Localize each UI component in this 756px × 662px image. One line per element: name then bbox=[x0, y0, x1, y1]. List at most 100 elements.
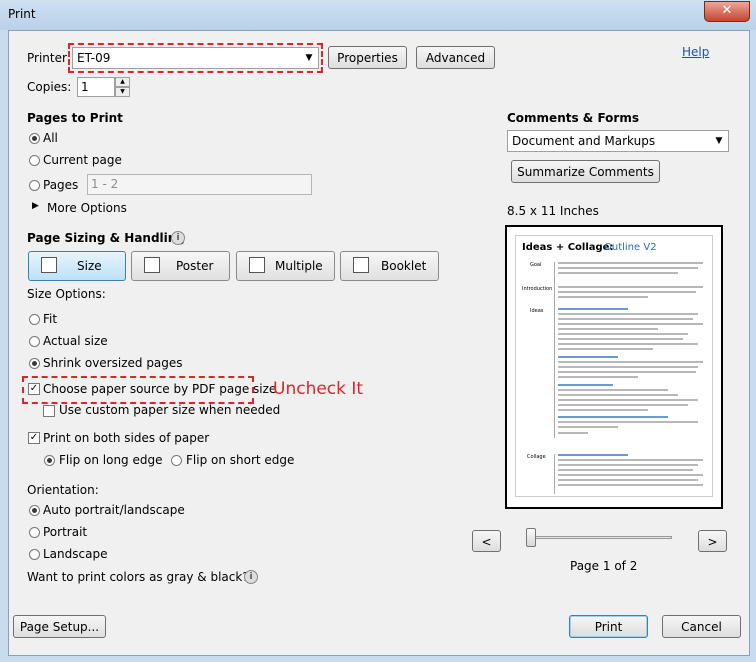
radio-pages[interactable] bbox=[29, 180, 40, 191]
preview-divider bbox=[554, 262, 555, 438]
gray-black-question: Want to print colors as gray & black? bbox=[27, 570, 249, 584]
radio-all[interactable] bbox=[29, 133, 40, 144]
info-icon[interactable]: i bbox=[171, 231, 185, 245]
page-status: Page 1 of 2 bbox=[570, 559, 638, 573]
poster-button[interactable]: Poster bbox=[131, 251, 230, 281]
multiple-button[interactable]: Multiple bbox=[236, 251, 335, 281]
preview-text-line bbox=[558, 361, 703, 363]
preview-text-line bbox=[558, 308, 628, 310]
preview-text-line bbox=[558, 469, 693, 471]
preview-text-line bbox=[558, 291, 696, 293]
page-slider-track[interactable] bbox=[528, 536, 672, 539]
printer-value: ET-09 bbox=[77, 51, 111, 65]
preview-section-label: Collage bbox=[527, 454, 546, 460]
radio-actual-size-label: Actual size bbox=[43, 334, 108, 348]
radio-auto-orientation[interactable] bbox=[29, 505, 40, 516]
size-button-label: Size bbox=[77, 259, 102, 273]
printer-label: Printer: bbox=[27, 51, 71, 65]
close-icon[interactable]: ✕ bbox=[704, 1, 750, 22]
pages-to-print-heading: Pages to Print bbox=[27, 111, 123, 125]
help-link[interactable]: Help bbox=[682, 45, 709, 59]
booklet-icon bbox=[353, 257, 369, 273]
preview-section-label: Introduction bbox=[522, 286, 553, 292]
uncheck-annotation: Uncheck It bbox=[273, 379, 364, 399]
preview-text-line bbox=[558, 371, 696, 373]
pages-range-input[interactable]: 1 - 2 bbox=[87, 174, 312, 195]
radio-landscape[interactable] bbox=[29, 549, 40, 560]
copies-label: Copies: bbox=[27, 80, 72, 94]
comments-forms-select[interactable]: Document and Markups ▼ bbox=[507, 130, 729, 152]
preview-text-line bbox=[558, 328, 658, 330]
print-button[interactable]: Print bbox=[569, 615, 648, 638]
booklet-button[interactable]: Booklet bbox=[340, 251, 439, 281]
printer-select[interactable]: ET-09 ▼ bbox=[72, 47, 319, 69]
orientation-label: Orientation: bbox=[27, 483, 99, 497]
radio-actual-size[interactable] bbox=[29, 336, 40, 347]
preview-text-line bbox=[558, 286, 703, 288]
advanced-button[interactable]: Advanced bbox=[416, 46, 495, 69]
chevron-down-icon: ▼ bbox=[305, 53, 313, 63]
radio-fit[interactable] bbox=[29, 314, 40, 325]
preview-text-line bbox=[558, 394, 678, 396]
preview-section-label: Goal bbox=[530, 262, 542, 268]
both-sides-checkbox[interactable]: ✓ bbox=[28, 432, 40, 444]
page-slider-thumb[interactable] bbox=[526, 528, 536, 547]
preview-text-line bbox=[558, 421, 698, 423]
preview-text-line bbox=[558, 432, 588, 434]
copies-input[interactable]: 1 bbox=[77, 77, 115, 97]
poster-button-label: Poster bbox=[176, 259, 214, 273]
booklet-button-label: Booklet bbox=[381, 259, 427, 273]
preview-text-line bbox=[558, 459, 703, 461]
copies-down-icon[interactable]: ▼ bbox=[115, 87, 130, 97]
preview-text-line bbox=[558, 376, 638, 378]
prev-page-button[interactable]: < bbox=[472, 530, 501, 552]
both-sides-label: Print on both sides of paper bbox=[43, 431, 210, 445]
radio-current-page[interactable] bbox=[29, 155, 40, 166]
choose-source-checkbox[interactable]: ✓ bbox=[28, 383, 40, 395]
radio-flip-short-label: Flip on short edge bbox=[186, 453, 295, 467]
summarize-comments-button[interactable]: Summarize Comments bbox=[511, 160, 660, 183]
window-title: Print bbox=[8, 7, 36, 21]
paper-size-label: 8.5 x 11 Inches bbox=[507, 204, 599, 218]
preview-divider bbox=[554, 454, 555, 494]
title-bar: Print ✕ bbox=[0, 0, 756, 30]
next-page-button[interactable]: > bbox=[698, 530, 727, 552]
preview-text-line bbox=[558, 338, 683, 340]
custom-paper-label: Use custom paper size when needed bbox=[59, 403, 281, 417]
multiple-button-label: Multiple bbox=[275, 259, 323, 273]
preview-text-line bbox=[558, 262, 703, 264]
radio-current-page-label: Current page bbox=[43, 153, 122, 167]
info-icon[interactable]: i bbox=[244, 570, 258, 584]
preview-text-line bbox=[558, 399, 698, 401]
preview-text-line bbox=[558, 318, 693, 320]
page-setup-button[interactable]: Page Setup... bbox=[13, 615, 106, 638]
comments-forms-value: Document and Markups bbox=[512, 134, 656, 148]
preview-text-line bbox=[558, 267, 698, 269]
radio-portrait[interactable] bbox=[29, 527, 40, 538]
preview-text-line bbox=[558, 426, 618, 428]
radio-portrait-label: Portrait bbox=[43, 525, 88, 539]
cancel-button[interactable]: Cancel bbox=[662, 615, 741, 638]
properties-button[interactable]: Properties bbox=[328, 46, 407, 69]
preview-text-line bbox=[558, 348, 653, 350]
preview-text-line bbox=[558, 474, 703, 476]
preview-text-line bbox=[558, 389, 668, 391]
radio-all-label: All bbox=[43, 131, 58, 145]
preview-text-line bbox=[558, 313, 698, 315]
preview-text-line bbox=[558, 333, 688, 335]
preview-text-line bbox=[558, 464, 698, 466]
expand-triangle-icon[interactable]: ▶ bbox=[32, 201, 39, 211]
custom-paper-checkbox[interactable] bbox=[43, 405, 55, 417]
preview-text-line bbox=[558, 384, 613, 386]
preview-text-line bbox=[558, 296, 648, 298]
radio-flip-short[interactable] bbox=[171, 455, 182, 466]
radio-flip-long[interactable] bbox=[44, 455, 55, 466]
copies-up-icon[interactable]: ▲ bbox=[115, 77, 130, 87]
page-sizing-heading: Page Sizing & Handling bbox=[27, 231, 185, 245]
radio-landscape-label: Landscape bbox=[43, 547, 108, 561]
radio-shrink[interactable] bbox=[29, 358, 40, 369]
radio-shrink-label: Shrink oversized pages bbox=[43, 356, 183, 370]
size-button[interactable]: Size bbox=[28, 251, 126, 281]
more-options-link[interactable]: More Options bbox=[47, 201, 127, 215]
preview-text-line bbox=[558, 343, 698, 345]
